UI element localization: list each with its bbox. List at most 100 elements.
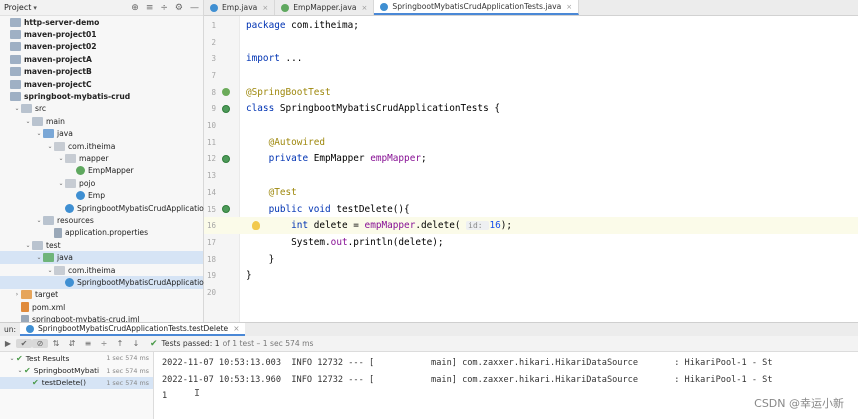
expand-all-icon[interactable]: ≡ [146,3,154,13]
close-icon[interactable]: × [262,4,268,12]
chevron-down-icon[interactable]: ⌄ [8,355,16,362]
tree-item[interactable]: application.properties [0,227,203,239]
tree-item[interactable]: ⌄ mapper [0,152,203,164]
bean-icon[interactable] [222,88,230,97]
line-number: 20 [206,288,216,298]
folder-icon [32,116,43,126]
chevron-down-icon[interactable]: ⌄ [13,105,21,112]
console-line: 2022-11-07 10:53:13.003 INFO 12732 --- [… [162,358,773,368]
test-result-row[interactable]: ✔ testDelete() 1 sec 574 ms [0,376,153,390]
tree-item[interactable]: maven-projectA [0,53,203,65]
editor-tab[interactable]: Emp.java × [204,0,276,15]
tree-item[interactable]: ⌄ com.itheima [0,264,203,276]
sort-duration-icon[interactable]: ⇵ [64,339,80,348]
project-dropdown-icon[interactable]: ▾ [33,4,37,12]
tree-item[interactable]: ⌄ com.itheima [0,140,203,152]
tree-item[interactable]: maven-projectB [0,66,203,78]
package-icon [65,178,76,188]
module-icon [10,42,21,52]
run-gutter-icon[interactable] [222,154,230,163]
tree-item-label: java [57,253,73,263]
run-gutter-icon[interactable] [222,104,230,113]
line-number: 14 [206,187,216,197]
chevron-down-icon[interactable]: ⌄ [46,143,54,150]
tree-item[interactable]: ⌄ java [0,128,203,140]
line-number: 8 [211,87,216,97]
check-icon: ✔ [150,338,158,349]
tree-item[interactable]: springboot-mybatis-crud [0,90,203,102]
gear-icon[interactable]: ⚙ [175,3,183,13]
tree-item[interactable]: maven-project02 [0,41,203,53]
hide-icon[interactable]: — [190,3,199,13]
code-line: 9 class SpringbootMybatisCrudApplicationT… [204,101,858,118]
test-result-row[interactable]: ⌄ ✔ Test Results 1 sec 574 ms [0,352,153,364]
chevron-down-icon[interactable]: ⌄ [57,155,65,162]
tree-item[interactable]: EmpMapper [0,165,203,177]
check-icon: ✔ [32,378,39,388]
code-token: } [246,270,252,282]
code-token: private [268,153,314,165]
editor-tab[interactable]: EmpMapper.java × [275,0,375,15]
close-icon[interactable]: × [566,3,572,11]
tree-item[interactable]: ⌄ resources [0,214,203,226]
line-number: 15 [206,204,216,214]
code-token: ... [285,53,303,65]
code-line: 13 [204,167,858,184]
source-folder-icon [43,129,54,139]
expand-all-icon[interactable]: ≡ [80,339,96,348]
tree-item[interactable]: SpringbootMybatisCrudApplication [0,202,209,214]
test-result-row[interactable]: ⌄ ✔ SpringbootMybati 1 sec 574 ms [0,364,153,376]
show-passed-icon[interactable]: ✔ [16,339,32,348]
run-tab[interactable]: SpringbootMybatisCrudApplicationTests.te… [20,323,246,336]
interface-icon [281,3,290,12]
class-icon [380,2,389,11]
code-line: 19} [204,268,858,285]
test-class-icon [26,324,35,333]
collapse-all-icon[interactable]: ÷ [160,3,168,13]
tree-item[interactable]: SpringbootMybatisCrudApplicationT [0,276,213,289]
chevron-down-icon[interactable]: › [13,291,21,298]
show-ignored-icon[interactable]: ⊘ [32,339,48,348]
project-title[interactable]: Project [4,3,31,12]
next-test-icon[interactable]: ↓ [128,339,144,348]
close-icon[interactable]: × [362,4,368,12]
previous-test-icon[interactable]: ↑ [112,339,128,348]
tree-item[interactable]: pom.xml [0,301,203,313]
tree-item[interactable]: Emp [0,189,203,201]
code-line: 1 package com.itheima; [204,17,858,34]
chevron-down-icon[interactable]: ⌄ [35,217,43,224]
tree-item[interactable]: ⌄ src [0,103,203,115]
tree-item[interactable]: › target [0,289,203,301]
tree-item[interactable]: ⌄ pojo [0,177,203,189]
chevron-down-icon[interactable]: ⌄ [35,130,43,137]
run-gutter-icon[interactable] [222,205,230,214]
sort-icon[interactable]: ⇅ [48,339,64,348]
code-token: out [330,236,348,248]
tree-item[interactable]: maven-projectC [0,78,203,90]
module-icon [10,67,21,77]
locate-icon[interactable]: ⊕ [131,3,139,13]
close-icon[interactable]: × [233,324,239,333]
console-output[interactable]: 2022-11-07 10:53:13.003 INFO 12732 --- [… [154,352,858,419]
chevron-down-icon[interactable]: ⌄ [57,180,65,187]
watermark: CSDN @幸运小新 [754,397,844,410]
code-text: } [246,270,252,281]
collapse-all-icon[interactable]: ÷ [96,339,112,348]
chevron-down-icon[interactable]: ⌄ [16,367,24,374]
tree-item-label: src [35,104,47,114]
code-line: 7 [204,67,858,84]
chevron-down-icon[interactable]: ⌄ [35,254,43,261]
chevron-down-icon[interactable]: ⌄ [24,118,32,125]
chevron-down-icon[interactable]: ⌄ [46,267,54,274]
tree-item[interactable]: http-server-demo [0,16,203,28]
tree-item[interactable]: ⌄ test [0,239,203,251]
module-icon [10,30,21,40]
code-editor[interactable]: 1 package com.itheima; 2 3 import ... 7 8 @Spri… [204,16,858,322]
editor-tab[interactable]: SpringbootMybatisCrudApplicationTests.ja… [374,0,580,15]
rerun-icon[interactable]: ▶ [0,339,16,348]
tree-item[interactable]: ⌄ java [0,251,203,264]
tree-item[interactable]: maven-project01 [0,28,203,40]
tree-item[interactable]: ⌄ main [0,115,203,127]
chevron-down-icon[interactable]: ⌄ [24,242,32,249]
